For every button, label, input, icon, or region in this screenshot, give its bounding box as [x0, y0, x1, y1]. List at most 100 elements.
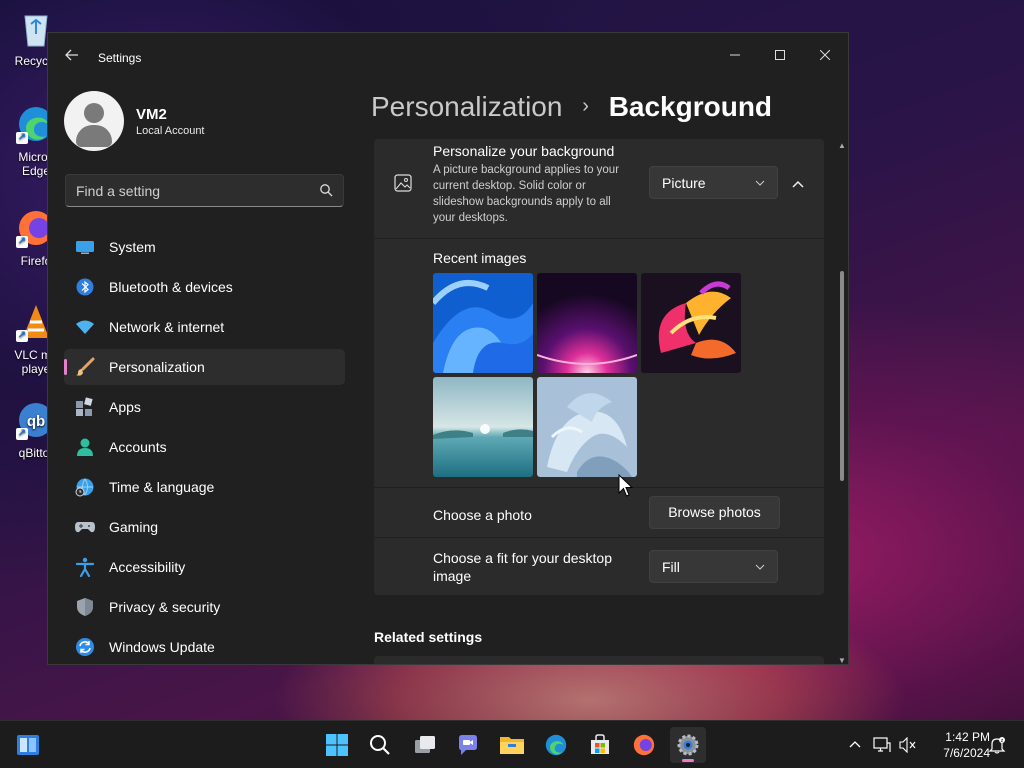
avatar[interactable] — [64, 91, 124, 151]
profile-name: VM2 — [136, 106, 167, 123]
chevron-down-icon — [755, 180, 765, 186]
sidebar-item-personalization[interactable]: Personalization — [64, 349, 345, 385]
bloom-light-wallpaper — [537, 377, 637, 477]
volume-tray-button[interactable] — [898, 735, 918, 755]
dropdown-value: Picture — [662, 175, 706, 191]
recent-image-thumb[interactable] — [537, 377, 637, 477]
edge-taskbar-button[interactable] — [538, 727, 574, 763]
task-view-button[interactable] — [407, 727, 443, 763]
notification-bell-icon: z — [988, 737, 1006, 754]
search-box[interactable] — [65, 174, 344, 207]
windows-start-icon — [326, 734, 348, 756]
store-button[interactable] — [582, 727, 618, 763]
maximize-button[interactable] — [757, 41, 803, 71]
related-settings-card[interactable] — [374, 656, 824, 664]
wired-network-icon — [873, 737, 891, 752]
chevron-up-icon — [849, 741, 861, 748]
volume-muted-icon — [899, 737, 916, 753]
clock-date: 7/6/2024 — [943, 746, 990, 760]
minimize-icon — [730, 54, 740, 56]
window-title: Settings — [98, 51, 142, 65]
chat-button[interactable] — [450, 727, 486, 763]
sidebar-item-windows-update[interactable]: Windows Update — [64, 629, 345, 664]
browse-photos-button[interactable]: Browse photos — [649, 496, 780, 529]
sidebar-item-label: Accounts — [109, 439, 167, 455]
avatar-body-shape — [76, 125, 112, 147]
sidebar-item-label: Accessibility — [109, 559, 186, 575]
sidebar-item-privacy-security[interactable]: Privacy & security — [64, 589, 345, 625]
main-content: Personalize your background A picture ba… — [374, 139, 824, 664]
start-button[interactable] — [319, 727, 355, 763]
search-icon[interactable] — [319, 183, 333, 197]
search-input[interactable] — [76, 181, 306, 201]
recent-image-thumb[interactable] — [537, 273, 637, 373]
background-type-dropdown[interactable]: Picture — [649, 166, 778, 199]
minimize-button[interactable] — [712, 41, 758, 71]
sidebar-item-accounts[interactable]: Accounts — [64, 429, 345, 465]
sidebar-item-accessibility[interactable]: Accessibility — [64, 549, 345, 585]
sidebar-item-time-language[interactable]: Time & language — [64, 469, 345, 505]
sidebar-item-gaming[interactable]: Gaming — [64, 509, 345, 545]
firefox-taskbar-button[interactable] — [626, 727, 662, 763]
recent-image-thumb[interactable] — [433, 273, 533, 373]
brush-icon — [74, 356, 96, 378]
shortcut-arrow-icon: ↗ — [16, 236, 28, 248]
accounts-icon — [74, 436, 96, 458]
recent-image-thumb[interactable] — [641, 273, 741, 373]
breadcrumb: Personalization › Background — [371, 91, 772, 123]
clock-time: 1:42 PM — [945, 730, 990, 744]
sidebar-item-label: Personalization — [109, 359, 205, 375]
network-tray-button[interactable] — [872, 735, 892, 755]
fit-dropdown[interactable]: Fill — [649, 550, 778, 583]
profile-account-type: Local Account — [136, 125, 205, 137]
scrollbar-thumb[interactable] — [840, 271, 844, 481]
network-icon — [74, 316, 96, 338]
scroll-up-icon[interactable]: ▲ — [837, 141, 847, 151]
image-icon — [394, 174, 412, 192]
notification-center-button[interactable]: z — [987, 735, 1007, 755]
file-explorer-button[interactable] — [494, 727, 530, 763]
settings-window: Settings VM2 Local Account System Blueto… — [47, 32, 849, 665]
background-type-card[interactable]: Personalize your background A picture ba… — [374, 139, 824, 238]
taskbar: 1:42 PM 7/6/2024 z — [0, 720, 1024, 768]
flower-colorful-wallpaper — [641, 273, 741, 373]
close-icon — [819, 49, 831, 61]
scroll-down-icon[interactable]: ▼ — [837, 656, 847, 664]
breadcrumb-parent[interactable]: Personalization — [371, 91, 562, 122]
sidebar-item-label: Network & internet — [109, 319, 225, 335]
sidebar-item-system[interactable]: System — [64, 229, 345, 265]
mouse-cursor-icon — [618, 474, 634, 497]
choose-photo-label: Choose a photo — [433, 507, 532, 523]
show-hidden-icons-button[interactable] — [845, 735, 865, 755]
edge-icon — [545, 734, 567, 756]
settings-taskbar-button[interactable] — [670, 727, 706, 763]
sidebar-item-label: Time & language — [109, 479, 215, 495]
store-icon — [591, 734, 609, 754]
sidebar-item-bluetooth[interactable]: Bluetooth & devices — [64, 269, 345, 305]
glow-purple-wallpaper — [537, 273, 637, 373]
sidebar-item-apps[interactable]: Apps — [64, 389, 345, 425]
sidebar-item-network[interactable]: Network & internet — [64, 309, 345, 345]
accessibility-icon — [74, 556, 96, 578]
taskbar-search-button[interactable] — [362, 727, 398, 763]
system-icon — [74, 236, 96, 258]
folder-icon — [500, 737, 524, 754]
shortcut-arrow-icon: ↗ — [16, 132, 28, 144]
scrollbar[interactable]: ▲ ▼ — [837, 141, 847, 664]
fit-row: Choose a fit for your desktop image Fill — [374, 538, 824, 595]
sidebar-item-label: Windows Update — [109, 639, 215, 655]
recent-image-thumb[interactable] — [433, 377, 533, 477]
back-button[interactable] — [62, 48, 82, 68]
avatar-head-shape — [84, 103, 104, 123]
sidebar-item-label: System — [109, 239, 156, 255]
close-button[interactable] — [802, 41, 848, 71]
sidebar-item-label: Apps — [109, 399, 141, 415]
back-arrow-icon — [65, 49, 78, 61]
gaming-icon — [74, 516, 96, 538]
title-bar[interactable]: Settings — [48, 33, 848, 81]
chevron-up-icon[interactable] — [788, 174, 808, 194]
gear-icon — [677, 734, 699, 756]
taskbar-clock[interactable]: 1:42 PM 7/6/2024 — [920, 729, 990, 761]
show-desktop-button[interactable] — [10, 727, 46, 763]
recent-images-section: Recent images — [374, 239, 824, 487]
